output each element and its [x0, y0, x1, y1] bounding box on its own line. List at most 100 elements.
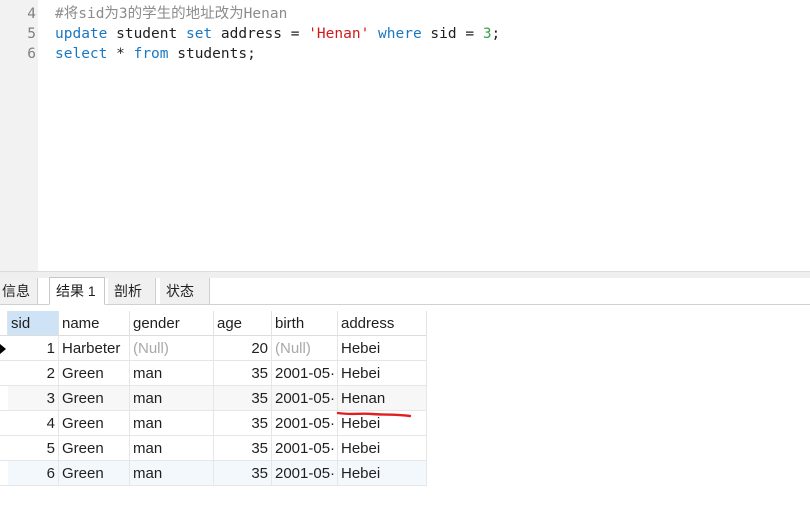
cell-address[interactable]: Hebei: [338, 461, 427, 486]
row-indicator[interactable]: [0, 436, 8, 461]
cell-name[interactable]: Green: [59, 386, 130, 411]
cell-value: (Null): [133, 340, 169, 357]
cell-gender[interactable]: man: [130, 411, 214, 436]
current-row-arrow-icon: [0, 344, 6, 354]
column-header-sid[interactable]: sid: [8, 311, 59, 336]
cell-value: 35: [251, 415, 268, 432]
line-number: 6: [27, 46, 36, 62]
cell-birth[interactable]: 2001-05·: [272, 386, 338, 411]
cell-value: 20: [251, 340, 268, 357]
sql-editor[interactable]: 4 #将sid为3的学生的地址改为Henan 5 update student set…: [0, 0, 810, 274]
cell-value: man: [133, 365, 163, 382]
cell-age[interactable]: 35: [214, 411, 272, 436]
tab-info[interactable]: 信息: [0, 278, 38, 304]
cell-value: Green: [62, 390, 104, 407]
cell-address[interactable]: Hebei: [338, 361, 427, 386]
cell-value: man: [133, 390, 163, 407]
sql-token: student: [107, 26, 186, 42]
cell-value: Hebei: [341, 440, 381, 457]
tab-status[interactable]: 状态: [160, 278, 210, 304]
line-number: 4: [27, 6, 36, 22]
cell-gender[interactable]: man: [130, 461, 214, 486]
cell-birth[interactable]: 2001-05·: [272, 361, 338, 386]
cell-name[interactable]: Harbeter: [59, 336, 130, 361]
row-indicator[interactable]: [0, 461, 8, 486]
cell-birth[interactable]: 2001-05·: [272, 411, 338, 436]
sql-comment: #将sid为3的学生的地址改为Henan: [55, 6, 288, 22]
editor-line[interactable]: 4 #将sid为3的学生的地址改为Henan: [0, 4, 810, 24]
cell-value: Harbeter: [62, 340, 121, 357]
code-text: select * from students;: [55, 44, 256, 64]
cell-name[interactable]: Green: [59, 411, 130, 436]
cell-value: 2001-05·: [275, 390, 336, 407]
cell-gender[interactable]: man: [130, 386, 214, 411]
row-indicator[interactable]: [0, 361, 8, 386]
cell-birth[interactable]: (Null): [272, 336, 338, 361]
cell-name[interactable]: Green: [59, 436, 130, 461]
cell-sid[interactable]: 3: [8, 386, 59, 411]
cell-address[interactable]: Henan: [338, 386, 427, 411]
tab-profile[interactable]: 剖析: [108, 278, 156, 304]
header-row-indicator: [0, 311, 8, 336]
cell-age[interactable]: 35: [214, 436, 272, 461]
result-tab-bar: 信息 结果 1 剖析 状态: [0, 277, 810, 305]
cell-gender[interactable]: man: [130, 436, 214, 461]
cell-value: 2001-05·: [275, 465, 336, 482]
cell-gender[interactable]: (Null): [130, 336, 214, 361]
cell-sid[interactable]: 1: [8, 336, 59, 361]
cell-value: Hebei: [341, 365, 381, 382]
cell-name[interactable]: Green: [59, 361, 130, 386]
row-indicator[interactable]: [0, 411, 8, 436]
cell-address[interactable]: Hebei: [338, 411, 427, 436]
sql-token: address =: [212, 26, 309, 42]
sql-keyword: from: [133, 46, 169, 62]
tab-result-1[interactable]: 结果 1: [49, 277, 105, 305]
cell-value: Green: [62, 415, 104, 432]
cell-gender[interactable]: man: [130, 361, 214, 386]
cell-value: 5: [46, 440, 55, 457]
sql-token: *: [107, 46, 134, 62]
cell-age[interactable]: 20: [214, 336, 272, 361]
cell-value: 3: [46, 390, 55, 407]
row-indicator[interactable]: [0, 386, 8, 411]
sql-string: 'Henan': [308, 26, 370, 42]
cell-sid[interactable]: 6: [8, 461, 59, 486]
cell-sid[interactable]: 5: [8, 436, 59, 461]
cell-age[interactable]: 35: [214, 386, 272, 411]
sql-keyword: update: [55, 26, 108, 42]
column-header-gender[interactable]: gender: [130, 311, 214, 336]
row-indicator[interactable]: [0, 336, 8, 361]
cell-sid[interactable]: 4: [8, 411, 59, 436]
editor-line[interactable]: 6 select * from students;: [0, 44, 810, 64]
cell-value: 35: [251, 390, 268, 407]
cell-value: man: [133, 440, 163, 457]
cell-value: Hebei: [341, 465, 381, 482]
cell-value: 4: [46, 415, 55, 432]
line-number: 5: [27, 26, 36, 42]
sql-keyword: select: [55, 46, 108, 62]
cell-address[interactable]: Hebei: [338, 336, 427, 361]
cell-value: 6: [46, 465, 55, 482]
cell-birth[interactable]: 2001-05·: [272, 461, 338, 486]
cell-address[interactable]: Hebei: [338, 436, 427, 461]
editor-line[interactable]: 5 update student set address = 'Henan' wh…: [0, 24, 810, 44]
code-text: update student set address = 'Henan' whe…: [55, 24, 500, 44]
column-header-birth[interactable]: birth: [272, 311, 338, 336]
cell-age[interactable]: 35: [214, 361, 272, 386]
cell-sid[interactable]: 2: [8, 361, 59, 386]
cell-value: 35: [251, 440, 268, 457]
sql-token: students;: [168, 46, 256, 62]
cell-age[interactable]: 35: [214, 461, 272, 486]
cell-value: Green: [62, 440, 104, 457]
cell-name[interactable]: Green: [59, 461, 130, 486]
cell-value: 2: [46, 365, 55, 382]
cell-value: Green: [62, 365, 104, 382]
column-header-address[interactable]: address: [338, 311, 427, 336]
sql-keyword: set: [185, 26, 213, 42]
column-header-name[interactable]: name: [59, 311, 130, 336]
column-header-age[interactable]: age: [214, 311, 272, 336]
sql-number: 3: [482, 26, 492, 42]
sql-token: sid =: [421, 26, 483, 42]
cell-birth[interactable]: 2001-05·: [272, 436, 338, 461]
code-text: #将sid为3的学生的地址改为Henan: [55, 4, 287, 24]
